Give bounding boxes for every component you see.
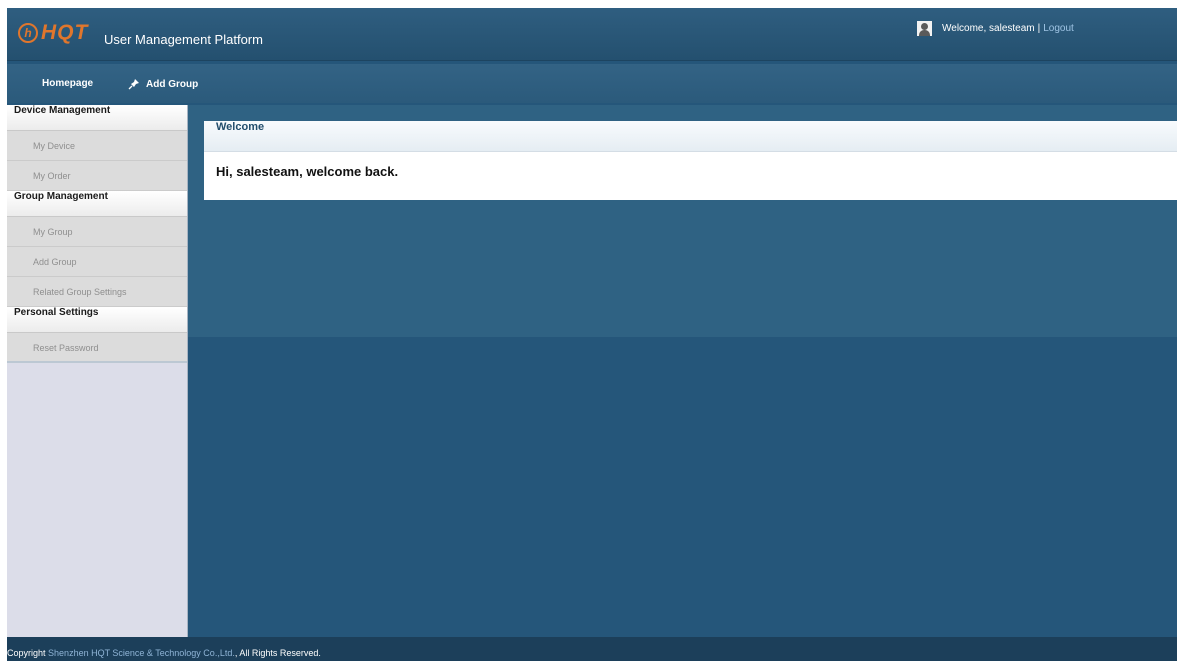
sidebar-item-my-group[interactable]: My Group — [7, 217, 187, 247]
nav-add-group-label: Add Group — [146, 78, 199, 90]
header-bar: h HQT User Management Platform Welcome, … — [7, 8, 1177, 61]
hqt-logo: h HQT — [18, 21, 88, 45]
sidebar-item-reset-password[interactable]: Reset Password — [7, 333, 187, 363]
user-avatar-icon — [917, 21, 932, 36]
footer-copyright: Copyright — [7, 648, 46, 658]
sidebar-item-my-device[interactable]: My Device — [7, 131, 187, 161]
footer-rights: All Rights Reserved. — [239, 648, 321, 658]
sidebar-section-personal-settings[interactable]: Personal Settings — [7, 307, 187, 333]
pin-icon — [128, 79, 139, 90]
sidebar-item-related-group-settings[interactable]: Related Group Settings — [7, 277, 187, 307]
welcome-panel: Welcome Hi, salesteam, welcome back. — [204, 121, 1177, 200]
nav-add-group[interactable]: Add Group — [128, 78, 198, 90]
sidebar: Device Management My Device My Order Gro… — [7, 105, 188, 637]
separator: | — [1037, 23, 1041, 34]
nav-homepage-label: Homepage — [42, 78, 94, 89]
sidebar-section-group-management[interactable]: Group Management — [7, 191, 187, 217]
top-nav: Homepage Add Group — [7, 64, 1177, 103]
app-title: User Management Platform — [104, 32, 263, 47]
sidebar-item-my-order[interactable]: My Order — [7, 161, 187, 191]
welcome-user-text: Welcome, salesteam — [942, 23, 1035, 34]
welcome-message: Hi, salesteam, welcome back. — [216, 164, 399, 179]
logout-link[interactable]: Logout — [1043, 23, 1074, 34]
user-box: Welcome, salesteam | Logout — [917, 21, 1074, 36]
nav-homepage[interactable]: Homepage — [42, 78, 93, 89]
sidebar-item-add-group[interactable]: Add Group — [7, 247, 187, 277]
app-frame: h HQT User Management Platform Welcome, … — [7, 8, 1177, 661]
logo-text: HQT — [41, 21, 89, 44]
footer: Copyright Shenzhen HQT Science & Technol… — [7, 637, 1177, 661]
panel-title: Welcome — [204, 121, 1177, 152]
sidebar-section-device-management[interactable]: Device Management — [7, 105, 187, 131]
footer-company-link[interactable]: Shenzhen HQT Science & Technology Co.,Lt… — [48, 648, 235, 658]
logo-mark-icon: h — [18, 23, 38, 43]
